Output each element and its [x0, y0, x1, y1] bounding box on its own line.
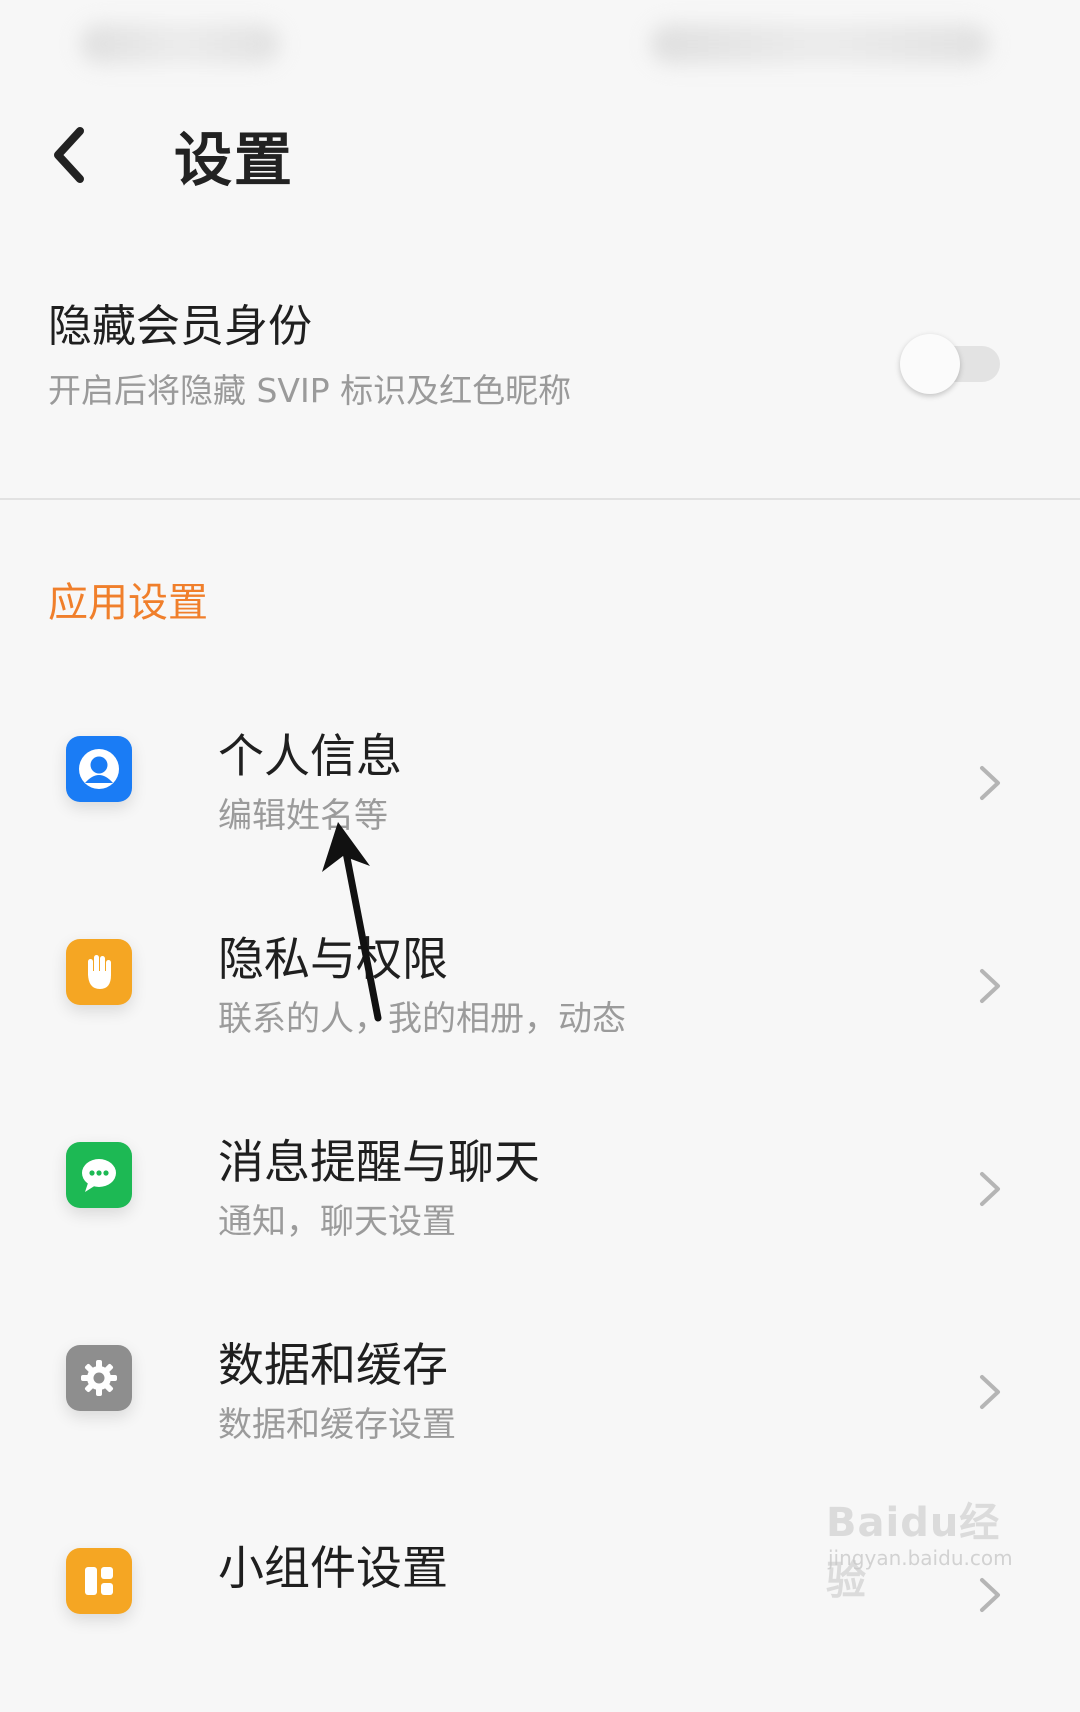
- settings-item-privacy[interactable]: 隐私与权限 联系的人，我的相册，动态: [0, 903, 1080, 1103]
- watermark-url: jingyan.baidu.com: [828, 1546, 1013, 1570]
- hide-vip-description: 开启后将隐藏 SVIP 标识及红色昵称: [48, 371, 572, 410]
- settings-item-title: 消息提醒与聊天: [218, 1135, 540, 1189]
- chat-icon: [66, 1142, 132, 1208]
- divider: [0, 498, 1080, 500]
- settings-item-description: 通知，聊天设置: [218, 1202, 456, 1242]
- hide-vip-title: 隐藏会员身份: [48, 301, 312, 352]
- status-bar-right: [650, 24, 990, 64]
- chevron-right-icon: [970, 758, 1010, 808]
- settings-item-description: 编辑姓名等: [218, 796, 388, 836]
- section-title-app-settings: 应用设置: [48, 580, 208, 626]
- hide-vip-toggle[interactable]: [900, 334, 1000, 394]
- settings-item-title: 个人信息: [218, 729, 402, 783]
- settings-item-notifications[interactable]: 消息提醒与聊天 通知，聊天设置: [0, 1106, 1080, 1306]
- hide-vip-row: 隐藏会员身份 开启后将隐藏 SVIP 标识及红色昵称: [48, 290, 1000, 410]
- settings-item-title: 小组件设置: [218, 1541, 448, 1595]
- settings-item-description: 联系的人，我的相册，动态: [218, 999, 626, 1039]
- hand-icon: [66, 939, 132, 1005]
- settings-item-title: 隐私与权限: [218, 932, 448, 986]
- watermark: Baidu经验 jingyan.baidu.com: [826, 1490, 1016, 1604]
- chevron-right-icon: [970, 1367, 1010, 1417]
- status-bar-left: [80, 24, 280, 64]
- settings-item-description: 数据和缓存设置: [218, 1405, 456, 1445]
- settings-item-title: 数据和缓存: [218, 1338, 448, 1392]
- header: 设置: [40, 110, 294, 200]
- back-button[interactable]: [40, 110, 100, 200]
- chevron-right-icon: [970, 1164, 1010, 1214]
- settings-item-profile[interactable]: 个人信息 编辑姓名等: [0, 700, 1080, 900]
- chevron-left-icon: [54, 127, 84, 183]
- settings-item-data-cache[interactable]: 数据和缓存 数据和缓存设置: [0, 1309, 1080, 1509]
- person-icon: [66, 736, 132, 802]
- toggle-knob: [900, 334, 960, 394]
- widget-icon: [66, 1548, 132, 1614]
- gear-icon: [66, 1345, 132, 1411]
- chevron-right-icon: [970, 961, 1010, 1011]
- page-title: 设置: [174, 126, 295, 194]
